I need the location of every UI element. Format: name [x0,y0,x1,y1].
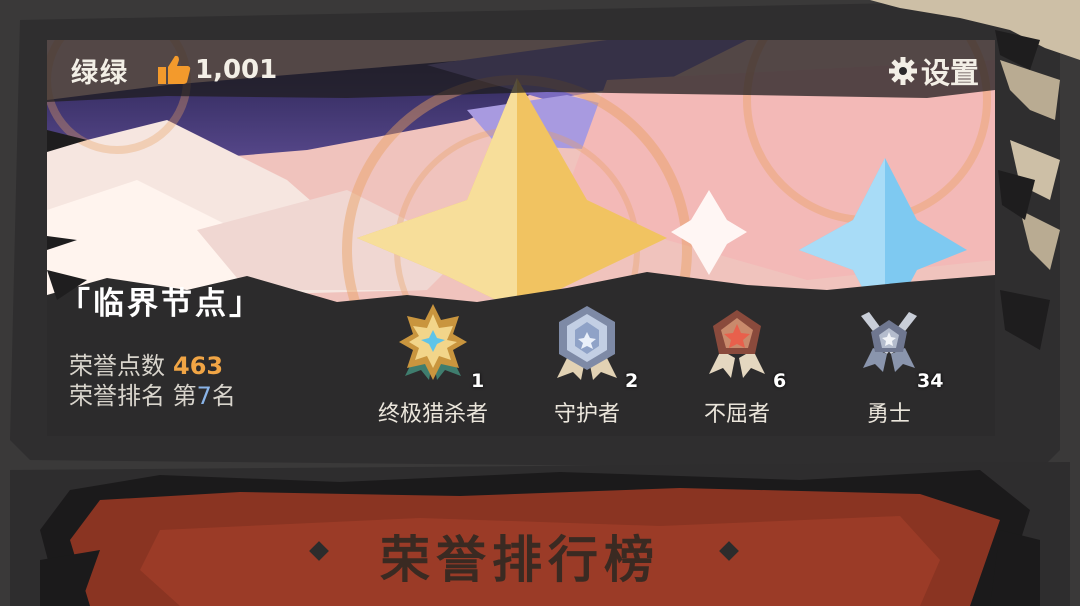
bronze-pentagon-medal-icon [709,310,765,378]
gear-icon [888,57,917,85]
medal-count: 2 [625,370,639,392]
medal-guardian[interactable]: 2 守护者 [517,302,657,432]
medal-name: 守护者 [553,402,620,427]
medal-ultimate-hunter[interactable]: 1 终极猎杀者 [363,302,503,432]
medal-count: 1 [471,370,485,392]
settings-label: 设置 [920,56,979,90]
medal-name: 终极猎杀者 [377,402,488,427]
player-profile-card: 绿绿 1,001 设置 「临界节点」 荣誉点数 463 荣誉排名 第7名 1 终… [47,40,995,436]
honor-points-value: 463 [173,352,224,380]
medal-warrior[interactable]: 34 勇士 [819,302,959,432]
honor-points-row: 荣誉点数 463 [69,351,236,381]
medal-indomitable[interactable]: 6 不屈者 [667,302,807,432]
thumbs-up-icon [158,55,191,84]
medal-count: 34 [917,370,944,392]
medal-name: 勇士 [866,402,911,427]
like-count: 1,001 [195,55,278,85]
honor-rank-value: 7 [196,382,212,410]
honor-rank-label: 荣誉排名 [69,382,165,410]
silver-hexagon-medal-icon [557,306,617,380]
like-counter[interactable]: 1,001 [157,54,277,86]
gold-star-medal-icon [399,304,467,380]
player-name: 绿绿 [71,57,129,89]
card-top-bar: 绿绿 1,001 [47,40,995,100]
honor-rank-row: 荣誉排名 第7名 [69,381,236,411]
settings-button[interactable]: 设置 [888,50,979,92]
medal-name: 不屈者 [703,402,770,427]
player-title-plate: 「临界节点」 [59,278,263,323]
honor-rank-prefix: 第 [172,382,197,410]
honor-stats: 荣誉点数 463 荣誉排名 第7名 [69,351,236,411]
silver-crossed-swords-medal-icon [861,312,917,372]
player-title: 「临界节点」 [59,286,263,322]
honor-rank-suffix: 名 [211,382,236,410]
medal-count: 6 [773,370,787,392]
honor-points-label: 荣誉点数 [69,352,165,380]
leaderboard-title[interactable]: 荣誉排行榜 [0,520,1040,592]
